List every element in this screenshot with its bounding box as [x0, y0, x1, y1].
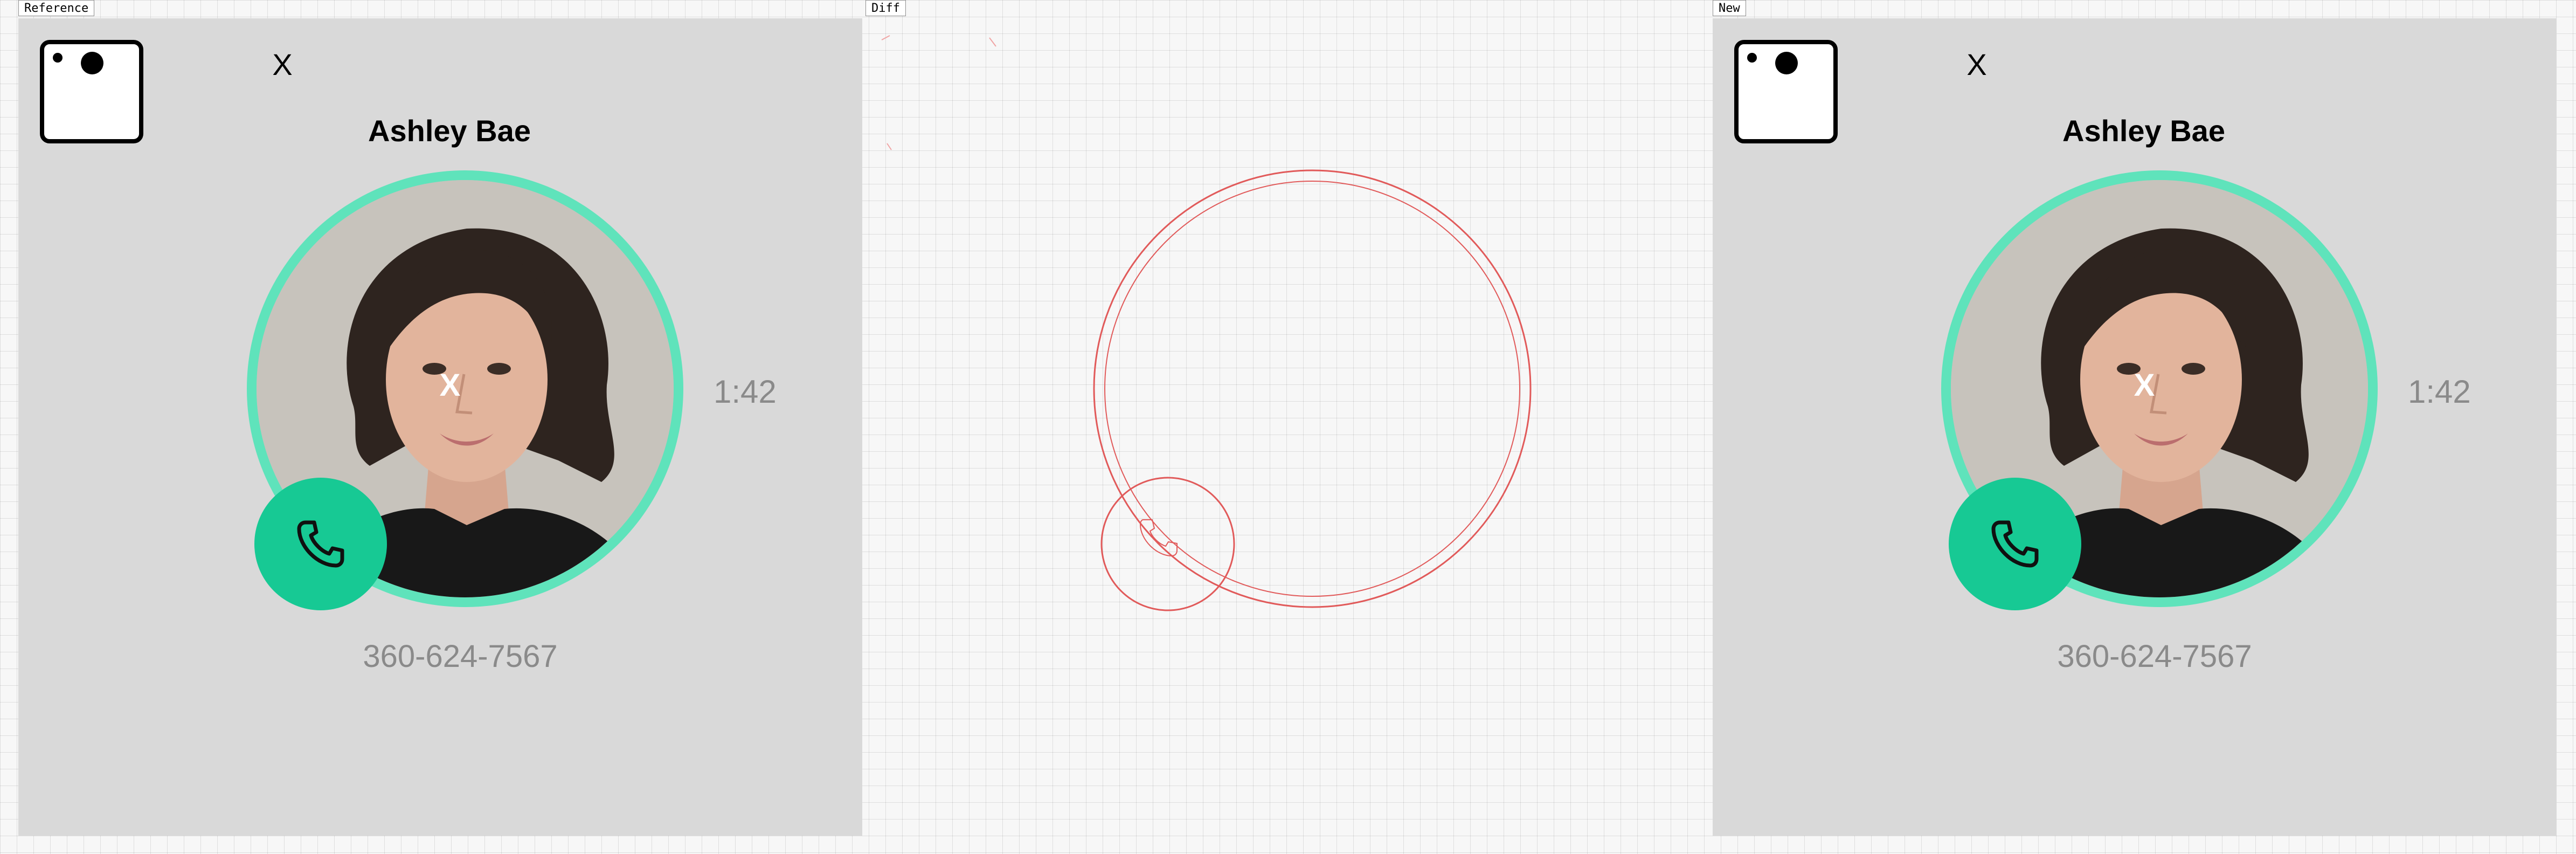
diff-panel — [865, 18, 1709, 836]
app-icon-dot-large — [81, 52, 103, 74]
call-timer: 1:42 — [714, 374, 777, 410]
phone-icon — [1991, 520, 2039, 568]
close-button[interactable]: X — [1961, 49, 1993, 81]
face-mark: X — [2134, 368, 2155, 403]
app-icon-dot-large — [1775, 52, 1798, 74]
face-mark: X — [439, 368, 461, 403]
call-button[interactable] — [1949, 478, 2081, 610]
call-timer: 1:42 — [2408, 374, 2471, 410]
phone-icon — [297, 520, 344, 568]
app-icon-dot-small — [1747, 53, 1757, 63]
phone-number: 360-624-7567 — [363, 639, 558, 674]
new-panel: X Ashley Bae X 1:42 360-624-7567 — [1713, 18, 2557, 836]
contact-name: Ashley Bae — [368, 114, 531, 148]
new-label: New — [1713, 0, 1746, 16]
reference-panel: X Ashley Bae X 1:42 360-624-7567 — [18, 18, 862, 836]
reference-label: Reference — [18, 0, 95, 16]
comparison-page: Reference Diff New X Ashley Bae X 1:42 3… — [0, 0, 2576, 854]
close-button[interactable]: X — [266, 49, 299, 81]
diff-overlay — [881, 35, 1532, 611]
app-icon-dot-small — [53, 53, 63, 63]
call-button[interactable] — [254, 478, 387, 610]
diff-label: Diff — [865, 0, 906, 16]
phone-number: 360-624-7567 — [2057, 639, 2252, 674]
contact-name: Ashley Bae — [2062, 114, 2225, 148]
